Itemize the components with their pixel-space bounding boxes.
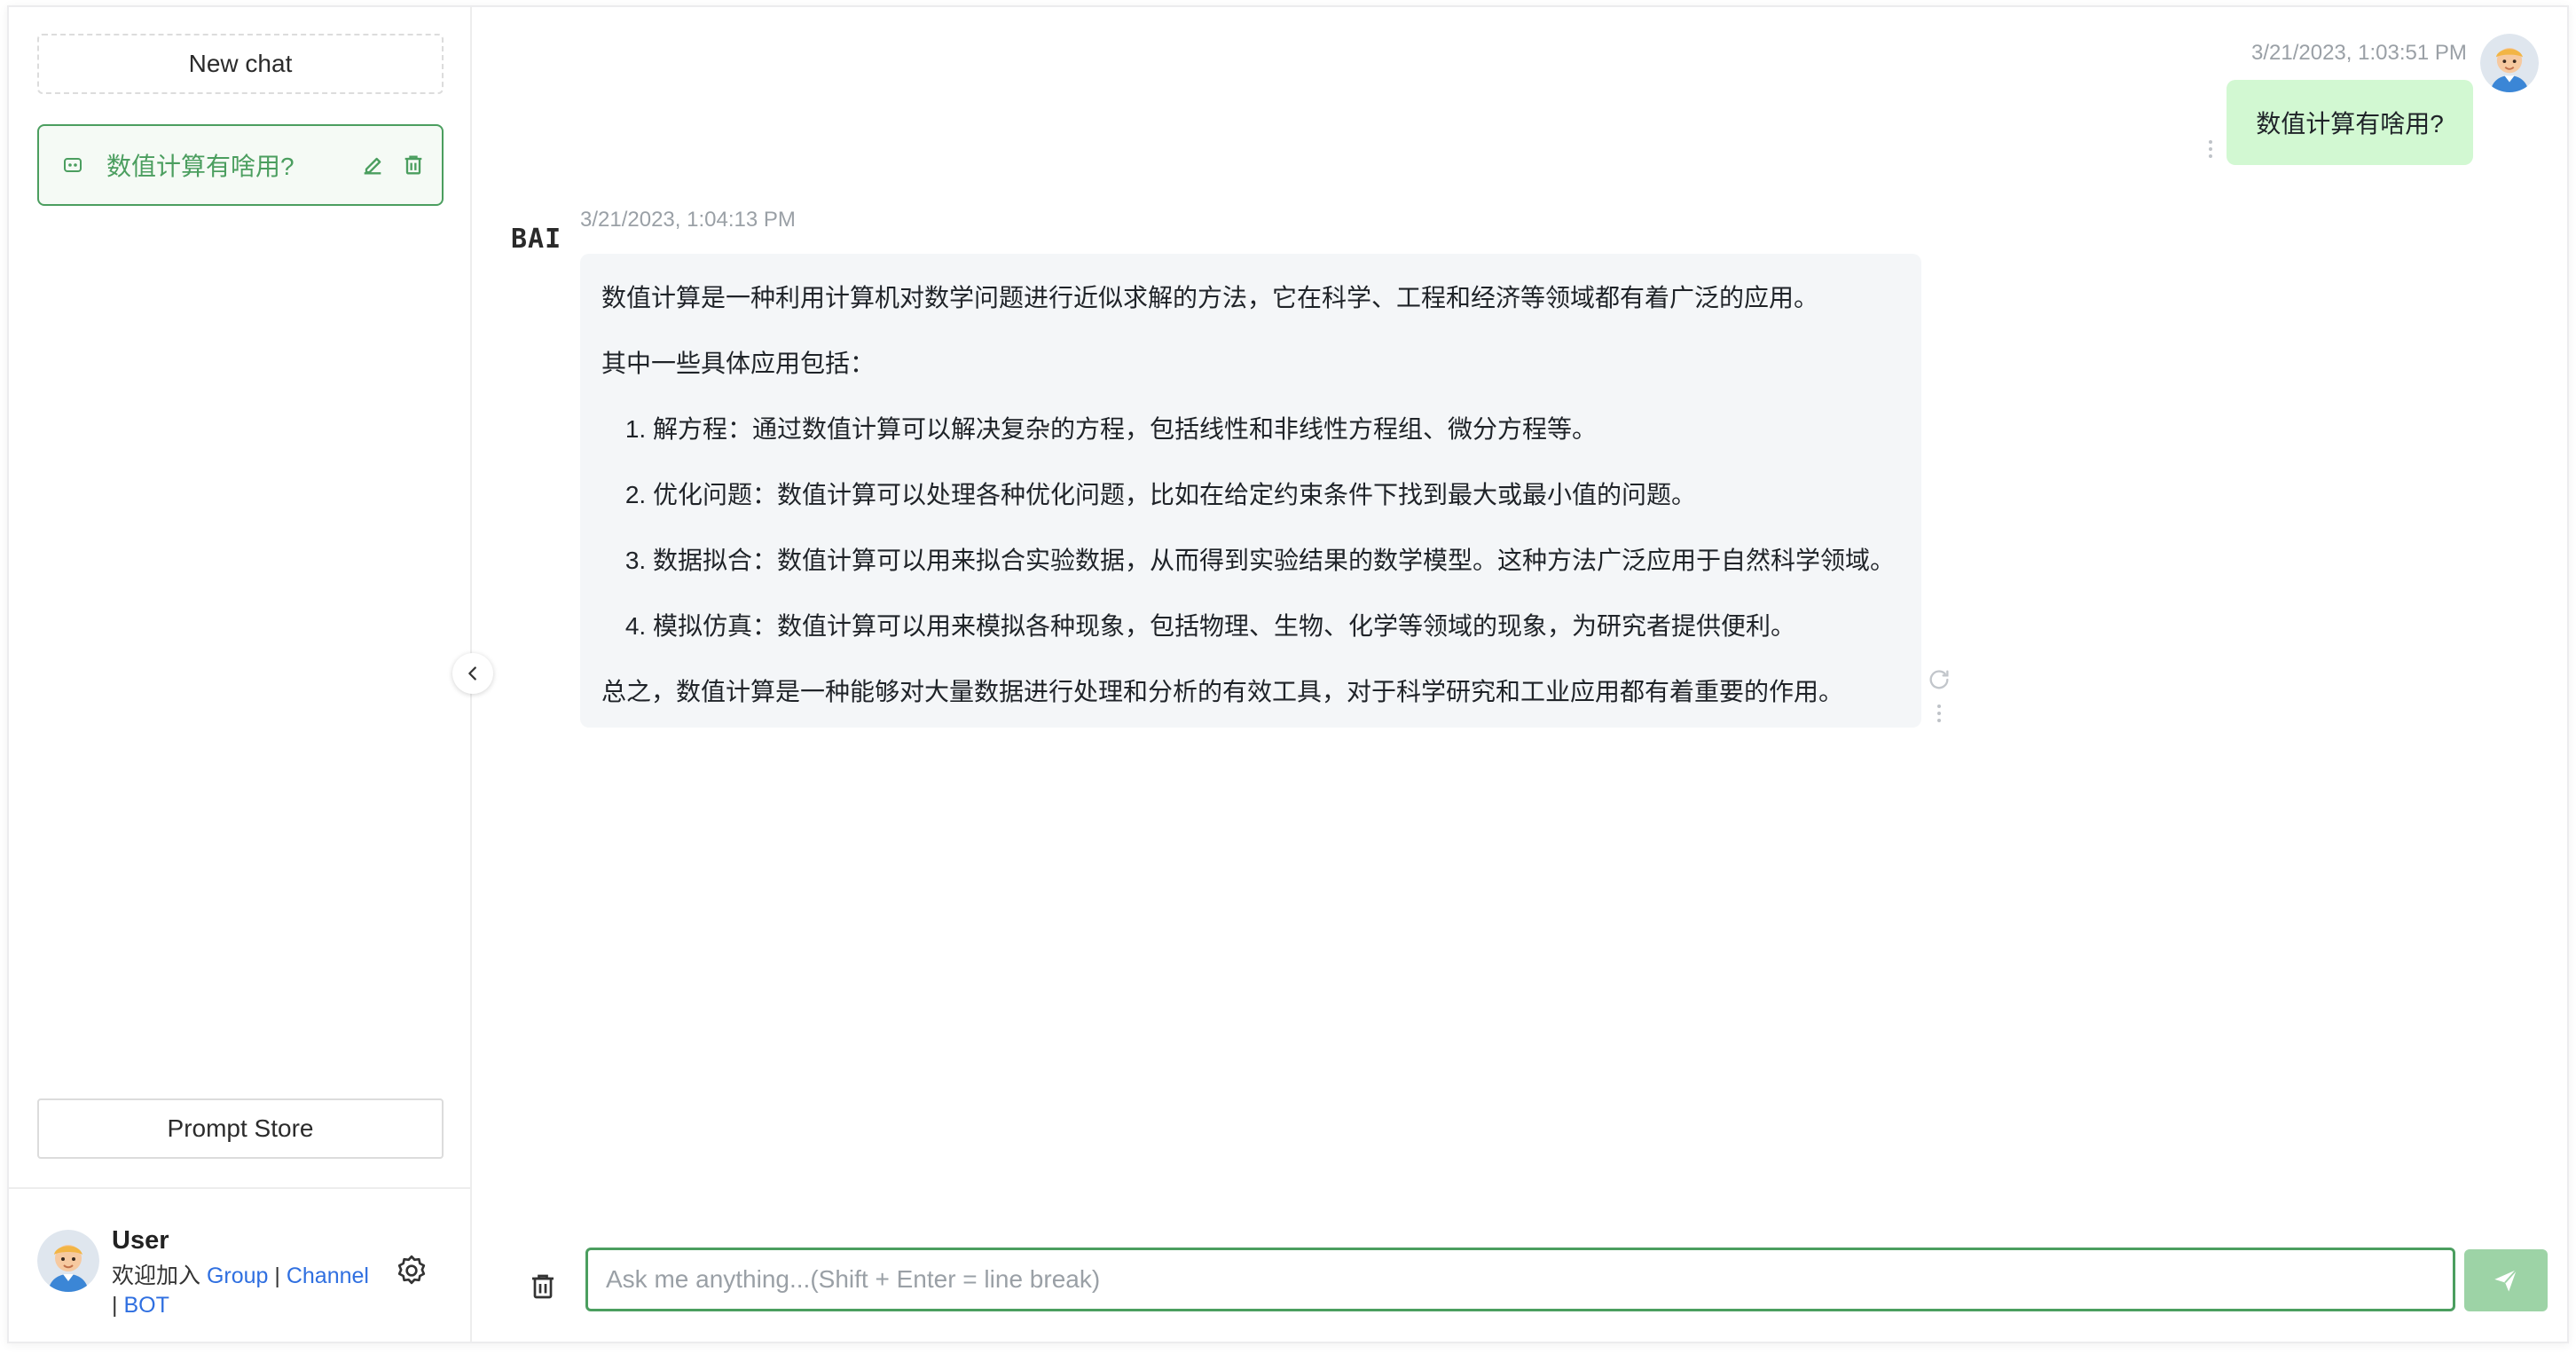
chat-list-item[interactable]: 数值计算有啥用? — [37, 124, 444, 206]
avatar — [37, 1230, 99, 1292]
list-item: 优化问题：数值计算可以处理各种优化问题，比如在给定约束条件下找到最大或最小值的问… — [653, 474, 1900, 516]
bot-list: 解方程：通过数值计算可以解决复杂的方程，包括线性和非线性方程组、微分方程等。 优… — [601, 408, 1900, 648]
send-button[interactable] — [2464, 1249, 2548, 1311]
link-separator: | — [112, 1293, 124, 1318]
avatar — [2480, 34, 2539, 92]
list-item: 数据拟合：数值计算可以用来拟合实验数据，从而得到实验结果的数学模型。这种方法广泛… — [653, 539, 1900, 582]
message-square-icon — [62, 154, 83, 176]
sidebar-divider — [9, 1187, 470, 1189]
collapse-sidebar-button[interactable] — [452, 653, 493, 694]
list-item: 模拟仿真：数值计算可以用来模拟各种现象，包括物理、生物、化学等领域的现象，为研究… — [653, 605, 1900, 648]
channel-link[interactable]: Channel — [287, 1263, 369, 1288]
chat-title: 数值计算有啥用? — [106, 153, 295, 180]
gear-icon[interactable] — [394, 1253, 429, 1288]
app-window: New chat 数值计算有啥用? Prompt Store User 欢迎加入… — [7, 5, 2569, 1343]
message-input[interactable] — [585, 1248, 2455, 1311]
prompt-store-button[interactable]: Prompt Store — [37, 1098, 444, 1159]
clear-chat-button[interactable] — [527, 1271, 559, 1303]
send-icon — [2492, 1266, 2520, 1295]
bot-intro: 数值计算是一种利用计算机对数学问题进行近似求解的方法，它在科学、工程和经济等领域… — [601, 284, 1819, 311]
pencil-icon[interactable] — [360, 153, 385, 177]
bot-logo: BAI — [511, 224, 562, 255]
user-message-bubble: 数值计算有啥用? — [2227, 80, 2473, 165]
refresh-icon[interactable] — [1927, 667, 1952, 692]
more-vertical-icon[interactable] — [1934, 705, 1944, 722]
group-link[interactable]: Group — [207, 1263, 268, 1288]
bot-list-heading: 其中一些具体应用包括： — [601, 350, 876, 377]
bot-message-timestamp: 3/21/2023, 1:04:13 PM — [580, 208, 796, 232]
user-name: User — [112, 1226, 169, 1255]
user-welcome-text: 欢迎加入 Group | Channel | BOT — [112, 1262, 378, 1320]
bot-message-bubble: 数值计算是一种利用计算机对数学问题进行近似求解的方法，它在科学、工程和经济等领域… — [580, 254, 1921, 728]
user-message-timestamp: 3/21/2023, 1:03:51 PM — [2251, 41, 2467, 65]
trash-icon[interactable] — [401, 153, 426, 177]
more-vertical-icon[interactable] — [2205, 140, 2216, 158]
trash-icon — [527, 1271, 559, 1303]
chevron-left-icon — [463, 664, 483, 683]
bot-conclusion: 总之，数值计算是一种能够对大量数据进行处理和分析的有效工具，对于科学研究和工业应… — [601, 678, 1844, 705]
bot-link[interactable]: BOT — [123, 1293, 169, 1318]
new-chat-button[interactable]: New chat — [37, 34, 444, 94]
list-item: 解方程：通过数值计算可以解决复杂的方程，包括线性和非线性方程组、微分方程等。 — [653, 408, 1900, 451]
sidebar: New chat 数值计算有啥用? Prompt Store User 欢迎加入… — [9, 7, 472, 1342]
welcome-prefix: 欢迎加入 — [112, 1263, 207, 1288]
link-separator: | — [268, 1263, 287, 1288]
